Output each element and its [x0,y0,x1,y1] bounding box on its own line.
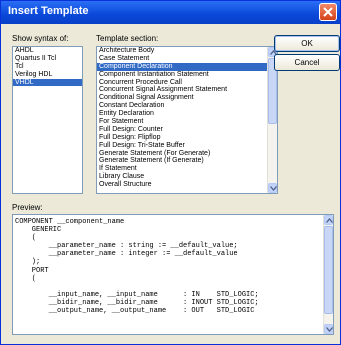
code-line: __input_name, __input_name : IN STD_LOGI… [15,290,259,299]
template-list-item[interactable]: Entity Declaration [97,110,277,118]
syntax-list-item[interactable]: Quartus II Tcl [13,55,82,63]
template-list-item[interactable]: Concurrent Procedure Call [97,79,277,87]
template-list-item[interactable]: For Statement [97,118,277,126]
template-list-item[interactable]: Concurrent Signal Assignment Statement [97,86,277,94]
syntax-list-item[interactable]: Verilog HDL [13,71,82,79]
close-icon [323,7,333,17]
scroll-down-button[interactable] [268,183,277,193]
template-list-item[interactable]: Conditional Signal Assignment [97,94,277,102]
template-list-item[interactable]: Generate Statement (If Generate) [97,157,277,165]
template-list-item[interactable]: Case Statement [97,55,277,63]
preview-scroll-up-button[interactable] [324,215,333,225]
syntax-list-item[interactable]: AHDL [13,47,82,55]
code-line: PORT [15,266,49,275]
syntax-label: Show syntax of: [12,34,69,43]
syntax-listbox[interactable]: AHDL Quartus II Tcl Tcl Verilog HDL VHDL [12,46,83,194]
code-line: COMPONENT __component_name [15,218,125,226]
template-list-item[interactable]: Full Design: Flipflop [97,134,277,142]
template-list-item[interactable]: Overall Structure [97,181,277,189]
dialog-title: Insert Template [8,5,89,17]
template-list-item[interactable]: If Statement [97,165,277,173]
template-section-listbox[interactable]: Architecture Body Case Statement Component… [96,46,278,194]
code-line: __bidir_name, __bidir_name : INOUT STD_L… [15,298,259,307]
preview-scroll-thumb[interactable] [324,226,333,314]
preview-scrollbar[interactable] [323,215,333,334]
insert-template-dialog: Insert Template Show syntax of: AHDL Quar… [0,0,341,345]
code-line: __parameter_name : integer := __default_… [15,250,238,259]
ok-button[interactable]: OK [274,35,340,52]
preview-label: Preview: [12,203,43,212]
syntax-list-item[interactable]: Tcl [13,63,82,71]
template-list-item[interactable]: Architecture Body [97,47,277,55]
code-line: GENERIC [15,226,62,235]
template-list-item[interactable]: Constant Declaration [97,102,277,110]
template-section-label: Template section: [96,34,159,43]
template-list-item[interactable]: Library Clause [97,173,277,181]
chevron-down-icon [326,327,333,332]
preview-scroll-down-button[interactable] [324,324,333,334]
code-line: __parameter_name : string := __default_v… [15,242,238,251]
close-button[interactable] [319,3,337,21]
code-line: __output_name, __output_name : OUT STD_L… [15,307,255,316]
syntax-list-item[interactable]: VHDL [13,78,82,87]
template-list-item[interactable]: Generate Statement (For Generate) [97,150,277,158]
chevron-up-icon [326,218,333,223]
code-line: ( [15,234,37,243]
template-list-item[interactable]: Component Instantiation Statement [97,71,277,79]
template-list-item[interactable]: Full Design: Counter [97,126,277,134]
title-bar[interactable]: Insert Template [1,1,340,24]
code-line: ( [15,274,37,283]
code-line: ); [15,258,41,267]
template-list-item[interactable]: Full Design: Tri-State Buffer [97,142,277,150]
template-list-item[interactable]: Component Declaration [97,62,277,71]
cancel-button[interactable]: Cancel [274,54,340,71]
preview-pane[interactable]: COMPONENT __component_name GENERIC ( __p… [12,214,334,335]
chevron-down-icon [270,186,277,191]
